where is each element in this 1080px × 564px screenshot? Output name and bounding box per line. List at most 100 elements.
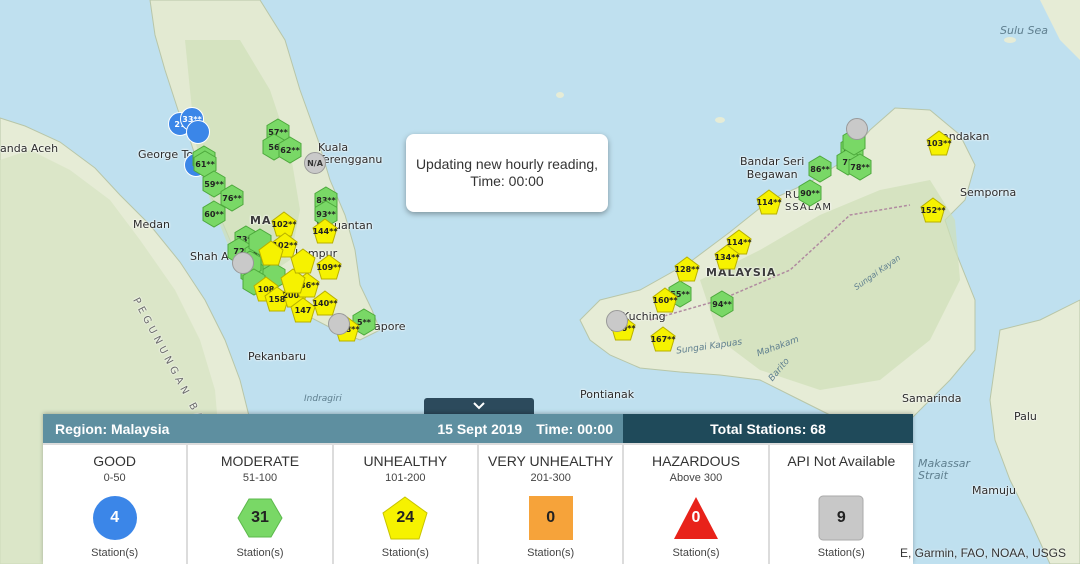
panel-header: Region: Malaysia 15 Sept 2019 Time: 00:0… xyxy=(43,414,913,443)
category-count: 4 xyxy=(110,509,120,526)
station-marker-good[interactable] xyxy=(186,120,210,144)
category-unhealthy[interactable]: UNHEALTHY 101-200 24 Station(s) xyxy=(334,445,479,564)
category-range: 51-100 xyxy=(242,472,278,484)
toast-line-1: Updating new hourly reading, xyxy=(415,156,599,172)
station-marker-na[interactable] xyxy=(328,313,350,335)
summary-panel: Region: Malaysia 15 Sept 2019 Time: 00:0… xyxy=(43,414,913,564)
station-reading: 60** xyxy=(204,209,224,219)
label-pontianak: Pontianak xyxy=(580,388,635,401)
category-range: 201-300 xyxy=(530,472,571,484)
label-kuala-terengganu: Kuala Terengganu xyxy=(318,141,383,166)
station-marker-moderate[interactable]: 90** xyxy=(798,179,822,207)
category-count: 9 xyxy=(836,509,846,526)
station-reading: 144** xyxy=(312,226,338,236)
category-very-unhealthy[interactable]: VERY UNHEALTHY 201-300 0 Station(s) xyxy=(479,445,625,564)
label-banda-aceh: anda Aceh xyxy=(0,142,59,155)
category-footer: Station(s) xyxy=(91,547,139,559)
station-marker-moderate[interactable]: 78** xyxy=(848,153,872,181)
reading-time: Time: 00:00 xyxy=(536,420,613,437)
category-circle-icon: 4 xyxy=(92,495,138,541)
category-square-icon: 0 xyxy=(528,495,574,541)
station-reading: 102** xyxy=(271,219,297,229)
category-footer: Station(s) xyxy=(527,547,575,559)
label-samarinda: Samarinda xyxy=(902,392,962,405)
station-marker-na[interactable] xyxy=(606,310,628,332)
label-bandar-seri-begawan: Bandar Seri Begawan xyxy=(740,155,805,181)
station-marker-na[interactable] xyxy=(846,118,868,140)
station-reading: 109** xyxy=(316,262,342,272)
station-marker-unhealthy[interactable]: 167** xyxy=(650,326,676,352)
category-hazardous[interactable]: HAZARDOUS Above 300 0 Station(s) xyxy=(624,445,770,564)
map-attribution: E, Garmin, FAO, NOAA, USGS xyxy=(899,546,1066,560)
label-semporna: Semporna xyxy=(960,186,1017,199)
station-reading: 147 xyxy=(294,305,312,315)
station-reading: 134** xyxy=(714,252,740,262)
category-footer: Station(s) xyxy=(381,547,429,559)
category-moderate[interactable]: MODERATE 51-100 31 Station(s) xyxy=(188,445,334,564)
label-kuantan: uantan xyxy=(334,219,373,232)
station-reading: 167** xyxy=(650,334,676,344)
category-range: 0-50 xyxy=(103,472,126,484)
category-title: HAZARDOUS xyxy=(652,453,740,469)
category-good[interactable]: GOOD 0-50 4 Station(s) xyxy=(43,445,189,564)
station-reading: 152** xyxy=(920,205,946,215)
station-reading: N/A xyxy=(307,158,323,168)
station-marker-unhealthy[interactable]: 114** xyxy=(756,189,782,215)
category-title: UNHEALTHY xyxy=(363,453,448,469)
label-mamuju: Mamuju xyxy=(972,484,1016,497)
category-footer: Station(s) xyxy=(236,547,284,559)
station-reading: 114** xyxy=(756,197,782,207)
station-marker-unhealthy[interactable]: 134** xyxy=(714,244,740,270)
category-pentagon-icon: 24 xyxy=(382,495,428,541)
station-marker-moderate[interactable]: 62** xyxy=(278,136,302,164)
category-count: 24 xyxy=(396,509,415,526)
category-footer: Station(s) xyxy=(817,547,865,559)
toast-line-2: Time: 00:00 xyxy=(470,173,544,189)
label-singapore: apore xyxy=(374,320,406,333)
panel-header-region: Region: Malaysia 15 Sept 2019 Time: 00:0… xyxy=(43,414,623,443)
station-marker-moderate[interactable]: 60** xyxy=(202,200,226,228)
total-stations: Total Stations: 68 xyxy=(623,414,913,443)
category-count: 0 xyxy=(546,509,556,526)
station-reading: 94** xyxy=(712,299,732,309)
category-title: MODERATE xyxy=(220,453,300,469)
update-toast: Updating new hourly reading, Time: 00:00 xyxy=(406,134,608,212)
label-palu: Palu xyxy=(1014,410,1037,423)
category-title: GOOD xyxy=(93,453,137,469)
station-marker-moderate[interactable]: 94** xyxy=(710,290,734,318)
station-marker-unhealthy[interactable]: 152** xyxy=(920,197,946,223)
category-title: VERY UNHEALTHY xyxy=(488,453,614,469)
station-reading: 140** xyxy=(312,298,338,308)
station-reading: 128** xyxy=(674,264,700,274)
station-marker-unhealthy[interactable]: 140** xyxy=(312,290,338,316)
label-shah-alam: Shah A xyxy=(190,250,229,263)
category-rounded-square-icon: 9 xyxy=(818,495,864,541)
station-marker-unhealthy[interactable] xyxy=(290,248,316,274)
panel-collapse-tab[interactable] xyxy=(424,398,534,414)
station-marker-unhealthy[interactable]: 128** xyxy=(674,256,700,282)
category-api-not-available[interactable]: API Not Available 9 Station(s) xyxy=(770,445,913,564)
station-marker-unhealthy[interactable]: 103** xyxy=(926,130,952,156)
station-marker-unhealthy[interactable]: 160** xyxy=(652,287,678,313)
region-label: Region: Malaysia xyxy=(55,420,170,437)
category-range: Above 300 xyxy=(669,472,723,484)
category-triangle-icon: 0 xyxy=(673,495,719,541)
station-reading: 90** xyxy=(800,188,820,198)
reading-date: 15 Sept 2019 xyxy=(437,420,523,437)
station-marker-na[interactable]: N/A xyxy=(304,152,326,174)
station-reading: 61** xyxy=(195,159,215,169)
chevron-down-icon xyxy=(473,402,485,410)
station-reading: 103** xyxy=(926,138,952,148)
category-row: GOOD 0-50 4 Station(s) MODERATE 51-100 31 Stati… xyxy=(43,443,913,564)
station-marker-unhealthy[interactable] xyxy=(258,240,284,266)
category-footer: Station(s) xyxy=(672,547,720,559)
category-hexagon-icon: 31 xyxy=(237,495,283,541)
label-medan: Medan xyxy=(133,218,170,231)
category-count: 31 xyxy=(251,509,269,526)
station-marker-na[interactable] xyxy=(232,252,254,274)
station-reading: 78** xyxy=(850,162,870,172)
category-range: 101-200 xyxy=(385,472,426,484)
station-marker-unhealthy[interactable]: 144** xyxy=(312,218,338,244)
label-makassar: Makassar Strait xyxy=(918,457,971,482)
label-sulu-sea: Sulu Sea xyxy=(1000,24,1048,37)
